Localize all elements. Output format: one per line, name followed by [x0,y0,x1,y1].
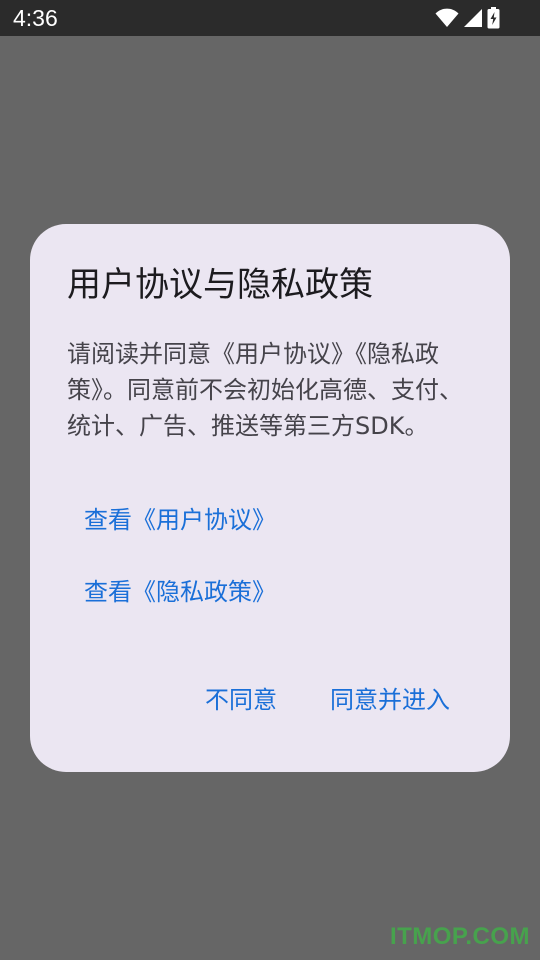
consent-dialog: 用户协议与隐私政策 请阅读并同意《用户协议》《隐私政策》。同意前不会初始化高德、… [30,224,510,772]
screen: 4:36 用户协议与隐私政策 请阅读并同意《用户协议》《隐私政策》。同意前不会初… [0,0,540,960]
disagree-button[interactable]: 不同意 [205,684,277,716]
status-icons [435,7,500,29]
view-user-agreement-link[interactable]: 查看《用户协议》 [84,504,276,536]
battery-charging-icon [487,7,500,29]
cellular-signal-icon [463,8,483,28]
agree-and-enter-button[interactable]: 同意并进入 [330,684,450,716]
status-time: 4:36 [13,5,58,31]
dialog-title: 用户协议与隐私政策 [67,265,373,305]
watermark: ITMOP.COM [389,923,530,950]
wifi-icon [435,8,459,28]
view-privacy-policy-link[interactable]: 查看《隐私政策》 [84,576,276,608]
status-bar: 4:36 [0,0,540,36]
dialog-message: 请阅读并同意《用户协议》《隐私政策》。同意前不会初始化高德、支付、统计、广告、推… [67,340,463,440]
